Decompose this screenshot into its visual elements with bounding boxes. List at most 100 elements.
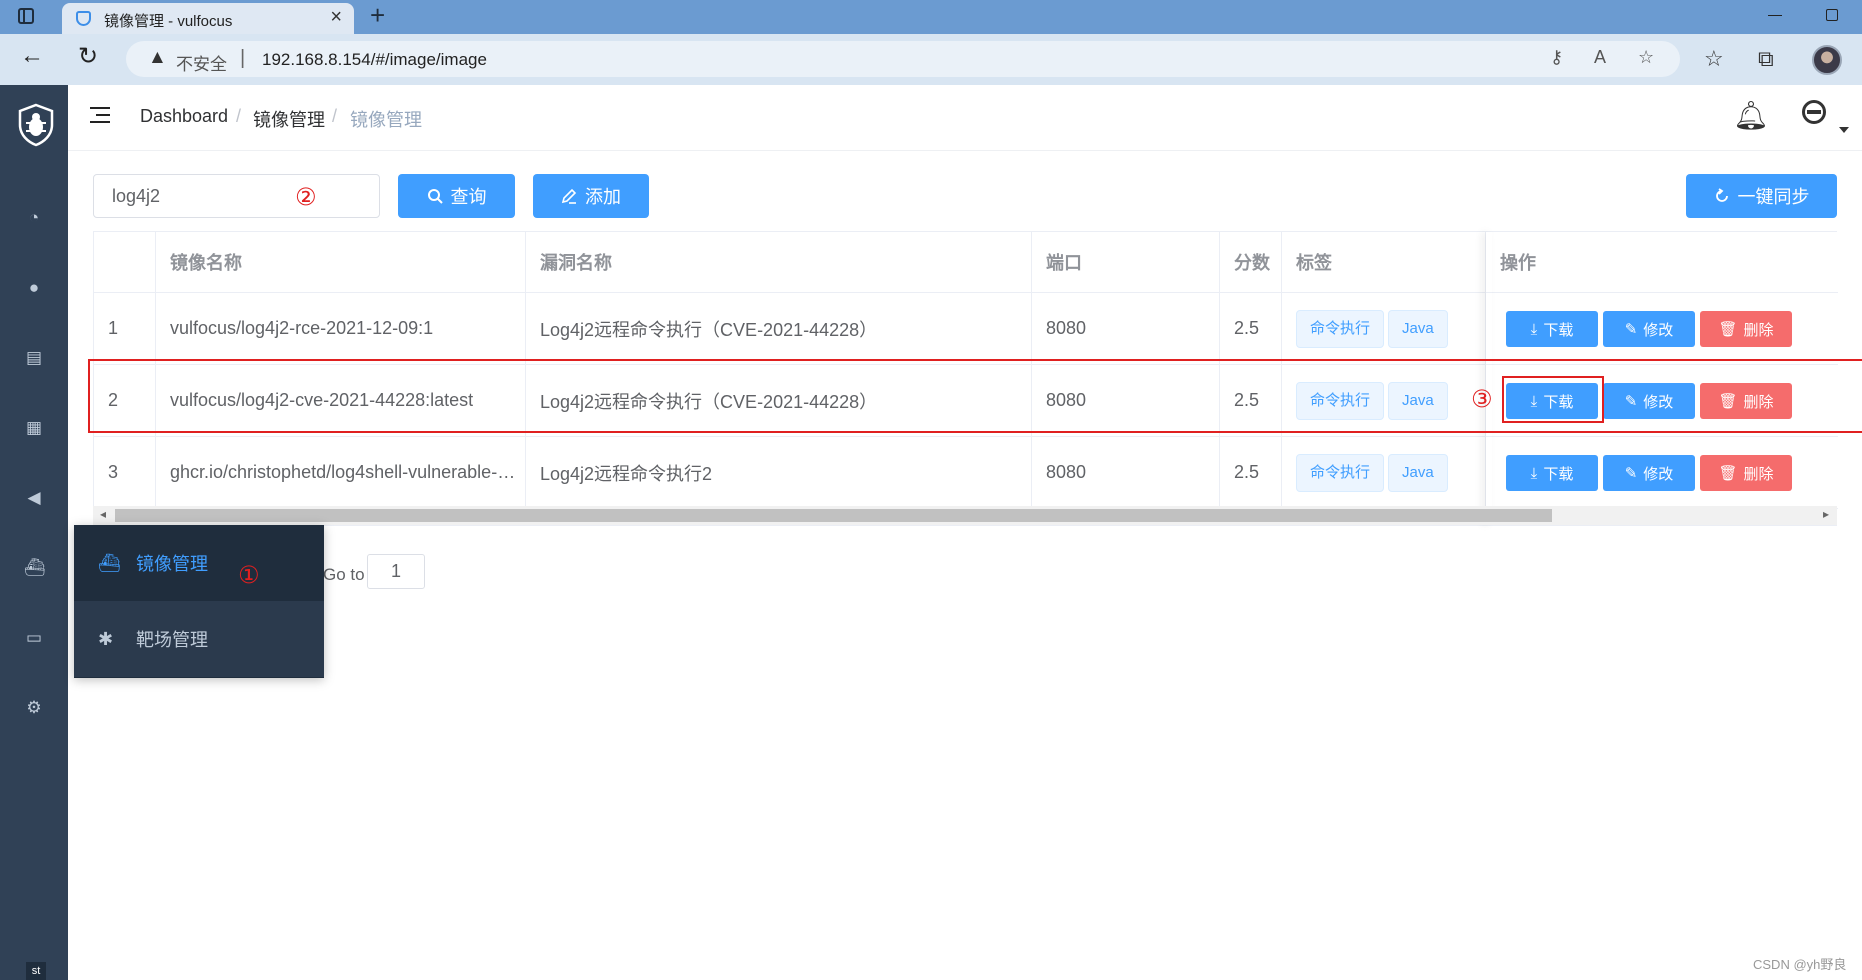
page-number-input[interactable]: 1 <box>367 554 425 589</box>
page-header: Dashboard / 镜像管理 / 镜像管理 🔔︎ <box>68 85 1862 151</box>
caret-down-icon[interactable] <box>1839 127 1849 133</box>
browser-profile-avatar[interactable] <box>1812 45 1842 75</box>
breadcrumb-separator: / <box>332 106 338 126</box>
query-label: 查询 <box>450 187 487 207</box>
table-horizontal-scrollbar[interactable]: ◂ ▸ <box>93 506 1837 525</box>
sync-all-button[interactable]: 一键同步 <box>1686 174 1837 218</box>
tag-badge: Java <box>1388 453 1448 492</box>
window-minimize-icon[interactable] <box>1768 15 1782 16</box>
window-maximize-icon[interactable] <box>1826 9 1838 21</box>
bug-icon: ✱ <box>98 628 114 649</box>
column-header-tags: 标签 <box>1282 232 1486 292</box>
search-input[interactable] <box>93 174 380 218</box>
row-actions: ⤓ 下载 ✎ 修改 🗑︎ 删除 <box>1486 293 1838 364</box>
url-text: 192.168.8.154/#/image/image <box>262 50 487 69</box>
download-button[interactable]: ⤓ 下载 <box>1506 455 1598 491</box>
notification-bell-icon[interactable]: 🔔︎ <box>1733 99 1769 132</box>
tag-badge: 命令执行 <box>1296 309 1385 348</box>
download-button[interactable]: ⤓ 下载 <box>1506 311 1598 347</box>
browser-tab[interactable]: 镜像管理 - vulfocus × <box>62 3 354 34</box>
insecure-label: 不安全 <box>176 55 227 74</box>
breadcrumb-dashboard[interactable]: Dashboard <box>140 106 228 127</box>
row-index: 1 <box>94 293 156 364</box>
warning-icon: ▲ <box>148 47 167 68</box>
url-separator: | <box>240 47 246 69</box>
edit-pencil-icon: ✎ <box>1624 321 1638 338</box>
table-icon[interactable]: ▦ <box>24 418 44 438</box>
row-actions: ⤓ 下载 ✎ 修改 🗑︎ 删除 <box>1486 437 1838 508</box>
url-field[interactable]: ▲ 不安全 | 192.168.8.154/#/image/image ⚷ A … <box>126 41 1680 77</box>
refresh-icon <box>1715 188 1728 202</box>
column-header-port: 端口 <box>1032 232 1220 292</box>
download-icon: ⤓ <box>1530 320 1538 338</box>
row-image-name: ghcr.io/christophetd/log4shell-vulnerabl… <box>156 437 526 508</box>
back-arrow-icon[interactable]: ← <box>20 42 44 70</box>
sync-label: 一键同步 <box>1737 187 1810 207</box>
download-label: 下载 <box>1543 465 1574 483</box>
row-vuln-name: Log4j2远程命令执行（CVE-2021-44228） <box>526 293 1032 364</box>
tag-badge: Java <box>1388 309 1448 348</box>
vulfocus-logo-icon[interactable] <box>17 103 55 147</box>
tab-close-icon[interactable]: × <box>330 6 342 29</box>
menu-item-label: 镜像管理 <box>136 554 208 574</box>
user-avatar-icon[interactable] <box>1802 100 1826 124</box>
edit-button[interactable]: ✎ 修改 <box>1603 311 1695 347</box>
edit-doc-icon[interactable]: ▤ <box>24 348 44 368</box>
scrollbar-thumb[interactable] <box>115 509 1552 522</box>
shield-favicon-icon <box>76 11 91 26</box>
new-tab-icon[interactable]: + <box>370 0 385 31</box>
sidebar-bottom-badge: st <box>26 962 46 980</box>
tab-title: 镜像管理 - vulfocus <box>104 13 233 30</box>
dashboard-icon[interactable]: ◔ <box>24 208 44 228</box>
highlight-download-box <box>1502 376 1604 423</box>
delete-label: 删除 <box>1743 465 1774 483</box>
edit-label: 修改 <box>1643 321 1674 339</box>
key-icon[interactable]: ⚷ <box>1550 47 1563 68</box>
settings-gear-icon[interactable]: ⚙ <box>24 698 44 718</box>
delete-label: 删除 <box>1743 321 1774 339</box>
tab-actions-icon[interactable] <box>18 8 34 24</box>
favorites-icon[interactable]: ☆ <box>1704 46 1724 72</box>
refresh-icon[interactable]: ↻ <box>78 42 98 71</box>
delete-button[interactable]: 🗑︎ 删除 <box>1700 311 1792 347</box>
menu-item-label: 靶场管理 <box>136 630 208 650</box>
user-icon[interactable]: ● <box>24 278 44 298</box>
scroll-right-arrow-icon[interactable]: ▸ <box>1823 507 1829 521</box>
scroll-left-arrow-icon[interactable]: ◂ <box>100 507 106 521</box>
read-aloud-icon[interactable]: A <box>1594 47 1606 68</box>
row-port: 8080 <box>1032 437 1220 508</box>
card-icon[interactable]: ▭ <box>24 628 44 648</box>
speaker-icon[interactable]: ◀ <box>24 488 44 508</box>
query-button[interactable]: 查询 <box>398 174 515 218</box>
browser-tab-bar: 镜像管理 - vulfocus × + <box>0 0 1862 34</box>
annotation-1: ① <box>238 562 260 589</box>
column-header-vuln-name: 漏洞名称 <box>526 232 1032 292</box>
row-index: 3 <box>94 437 156 508</box>
download-label: 下载 <box>1543 321 1574 339</box>
docker-icon[interactable]: ⛴ <box>24 558 46 578</box>
download-icon: ⤓ <box>1530 464 1538 482</box>
table-row: 3 ghcr.io/christophetd/log4shell-vulnera… <box>94 437 1838 509</box>
column-header-score: 分数 <box>1220 232 1282 292</box>
add-button[interactable]: 添加 <box>533 174 649 218</box>
row-score: 2.5 <box>1220 293 1282 364</box>
row-image-name: vulfocus/log4j2-rce-2021-12-09:1 <box>156 293 526 364</box>
column-header-image-name: 镜像名称 <box>156 232 526 292</box>
edit-button[interactable]: ✎ 修改 <box>1603 455 1695 491</box>
sidebar-flyout-menu: ⛴ 镜像管理 ① ✱ 靶场管理 <box>74 525 324 678</box>
row-vuln-name: Log4j2远程命令执行2 <box>526 437 1032 508</box>
address-bar-row: ← ↻ ▲ 不安全 | 192.168.8.154/#/image/image … <box>0 34 1862 85</box>
delete-button[interactable]: 🗑︎ 删除 <box>1700 455 1792 491</box>
collections-icon[interactable]: ⧉ <box>1758 46 1774 72</box>
search-icon <box>427 189 443 204</box>
goto-label: Go to <box>323 565 365 584</box>
column-header-actions: 操作 <box>1500 253 1536 273</box>
menu-item-image-mgmt[interactable]: ⛴ 镜像管理 ① <box>74 525 324 601</box>
menu-item-range-mgmt[interactable]: ✱ 靶场管理 <box>74 601 324 677</box>
breadcrumb-current: 镜像管理 <box>350 110 422 130</box>
favorite-add-icon[interactable]: ☆ <box>1638 47 1654 68</box>
breadcrumb-separator: / <box>236 106 242 126</box>
row-tags: 命令执行 Java <box>1282 293 1486 364</box>
breadcrumb-image-mgmt[interactable]: 镜像管理 <box>253 106 325 132</box>
menu-toggle-icon[interactable] <box>90 107 110 123</box>
